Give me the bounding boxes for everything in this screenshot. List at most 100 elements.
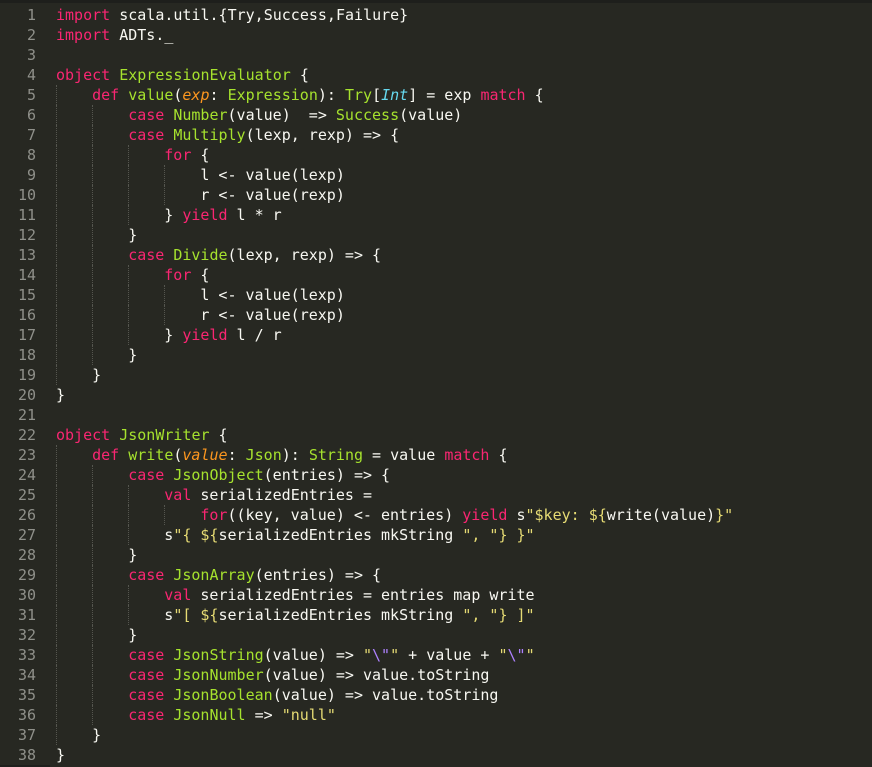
code-line[interactable]: 24 case JsonObject(entries) => { xyxy=(0,465,872,485)
indent-guide xyxy=(164,285,200,305)
line-number: 21 xyxy=(17,406,36,424)
line-number: 10 xyxy=(17,186,36,204)
code-line[interactable]: 17} yield l / r xyxy=(0,325,872,345)
code-text: s xyxy=(507,506,526,524)
code-line[interactable]: 27 s"{ ${serializedEntries mkString ", "}… xyxy=(0,525,872,545)
line-number: 13 xyxy=(17,246,36,264)
line-content: case Number(value) => Success(value) xyxy=(56,105,462,125)
code-text: serializedEntries mkString xyxy=(218,526,463,544)
indent-guide xyxy=(92,145,128,165)
code-line[interactable]: 5 def value(exp: Expression): Try[Int] = … xyxy=(0,85,872,105)
indent-guide xyxy=(56,205,92,225)
keyword-token: case xyxy=(128,566,165,584)
code-line[interactable]: 13 case Divide(lexp, rexp) => { xyxy=(0,245,872,265)
code-text: } xyxy=(164,206,183,224)
code-line[interactable]: 25 val serializedEntries = xyxy=(0,485,872,505)
string-token: " xyxy=(525,646,535,664)
keyword-token: for xyxy=(200,506,228,524)
builtin-type-token: Int xyxy=(381,86,409,104)
code-line[interactable]: 7 case Multiply(lexp, rexp) => { xyxy=(0,125,872,145)
line-number: 29 xyxy=(17,566,36,584)
code-line[interactable]: 12} xyxy=(0,225,872,245)
code-line[interactable]: 15 l <- value(lexp) xyxy=(0,285,872,305)
line-number: 3 xyxy=(26,46,36,64)
indent-guide xyxy=(56,445,92,465)
indent-guide xyxy=(56,625,92,645)
type-token: write xyxy=(128,446,174,464)
line-number: 14 xyxy=(17,266,36,284)
indent-guide xyxy=(56,225,92,245)
code-line[interactable]: 30 val serializedEntries = entries map wr… xyxy=(0,585,872,605)
keyword-token: case xyxy=(128,106,165,124)
indent-guide xyxy=(92,665,128,685)
line-content: import ADTs._ xyxy=(56,25,173,45)
code-line[interactable]: 11} yield l * r xyxy=(0,205,872,225)
line-content: case JsonObject(entries) => { xyxy=(56,465,390,485)
line-content: val serializedEntries = xyxy=(56,485,372,505)
indent-guide xyxy=(92,165,128,185)
line-number: 19 xyxy=(17,366,36,384)
indent-guide xyxy=(128,165,164,185)
code-text: l / r xyxy=(227,326,282,344)
string-token: "{ ${ xyxy=(173,526,219,544)
code-line[interactable]: 34 case JsonNumber(value) => value.toStri… xyxy=(0,665,872,685)
code-line[interactable]: 6 case Number(value) => Success(value) xyxy=(0,105,872,125)
keyword-token: case xyxy=(128,646,165,664)
code-line[interactable]: 35 case JsonBoolean(value) => value.toStr… xyxy=(0,685,872,705)
keyword-token: object xyxy=(56,66,111,84)
code-line[interactable]: 37} xyxy=(0,725,872,745)
line-number: 32 xyxy=(17,626,36,644)
keyword-token: import xyxy=(56,6,111,24)
indent-guide xyxy=(56,245,92,265)
code-line[interactable]: 33 case JsonString(value) => "\"" + value… xyxy=(0,645,872,665)
code-line[interactable]: 9 l <- value(lexp) xyxy=(0,165,872,185)
code-line[interactable]: 1 import scala.util.{Try,Success,Failure} xyxy=(0,5,872,25)
type-token: Multiply xyxy=(173,126,246,144)
code-line[interactable]: 10 r <- value(rexp) xyxy=(0,185,872,205)
code-text: ((key, value) <- entries) xyxy=(227,506,463,524)
code-line[interactable]: 18} xyxy=(0,345,872,365)
keyword-token: val xyxy=(164,586,192,604)
code-text: (value) => xyxy=(263,646,363,664)
code-line[interactable]: 4 object ExpressionEvaluator { xyxy=(0,65,872,85)
line-number: 16 xyxy=(17,306,36,324)
code-line[interactable]: 3 xyxy=(0,45,872,65)
indent-guide xyxy=(56,645,92,665)
code-line[interactable]: 38} xyxy=(0,745,872,765)
code-text: (lexp, rexp) => { xyxy=(227,246,382,264)
line-number: 1 xyxy=(26,6,36,24)
line-content: for((key, value) <- entries) yield s"$ke… xyxy=(56,505,733,525)
keyword-token: case xyxy=(128,126,165,144)
indent-guide xyxy=(92,105,128,125)
code-text: => xyxy=(245,706,282,724)
code-line[interactable]: 19} xyxy=(0,365,872,385)
code-line[interactable]: 21 xyxy=(0,405,872,425)
code-line[interactable]: 2 import ADTs._ xyxy=(0,25,872,45)
code-text: : xyxy=(227,446,246,464)
code-text: (value) => xyxy=(227,106,336,124)
code-line[interactable]: 32} xyxy=(0,625,872,645)
code-line[interactable]: 31 s"[ ${serializedEntries mkString ", "}… xyxy=(0,605,872,625)
code-line[interactable]: 28} xyxy=(0,545,872,565)
code-editor[interactable]: 1 import scala.util.{Try,Success,Failure}… xyxy=(0,5,872,765)
code-line[interactable]: 20} xyxy=(0,385,872,405)
line-number: 6 xyxy=(26,106,36,124)
code-line[interactable]: 29 case JsonArray(entries) => { xyxy=(0,565,872,585)
code-line[interactable]: 26 for((key, value) <- entries) yield s"$… xyxy=(0,505,872,525)
code-text: { xyxy=(290,66,309,84)
line-content: def value(exp: Expression): Try[Int] = e… xyxy=(56,85,544,105)
indent-guide xyxy=(56,125,92,145)
indent-guide xyxy=(128,305,164,325)
line-content: } xyxy=(56,225,137,245)
code-text: serializedEntries mkString xyxy=(218,606,463,624)
code-line[interactable]: 22 object JsonWriter { xyxy=(0,425,872,445)
code-line[interactable]: 23 def write(value: Json): String = value… xyxy=(0,445,872,465)
code-line[interactable]: 36 case JsonNull => "null" xyxy=(0,705,872,725)
code-line[interactable]: 16 r <- value(rexp) xyxy=(0,305,872,325)
code-line[interactable]: 8 for { xyxy=(0,145,872,165)
line-content: } xyxy=(56,385,65,405)
code-line[interactable]: 14 for { xyxy=(0,265,872,285)
indent-guide xyxy=(128,285,164,305)
